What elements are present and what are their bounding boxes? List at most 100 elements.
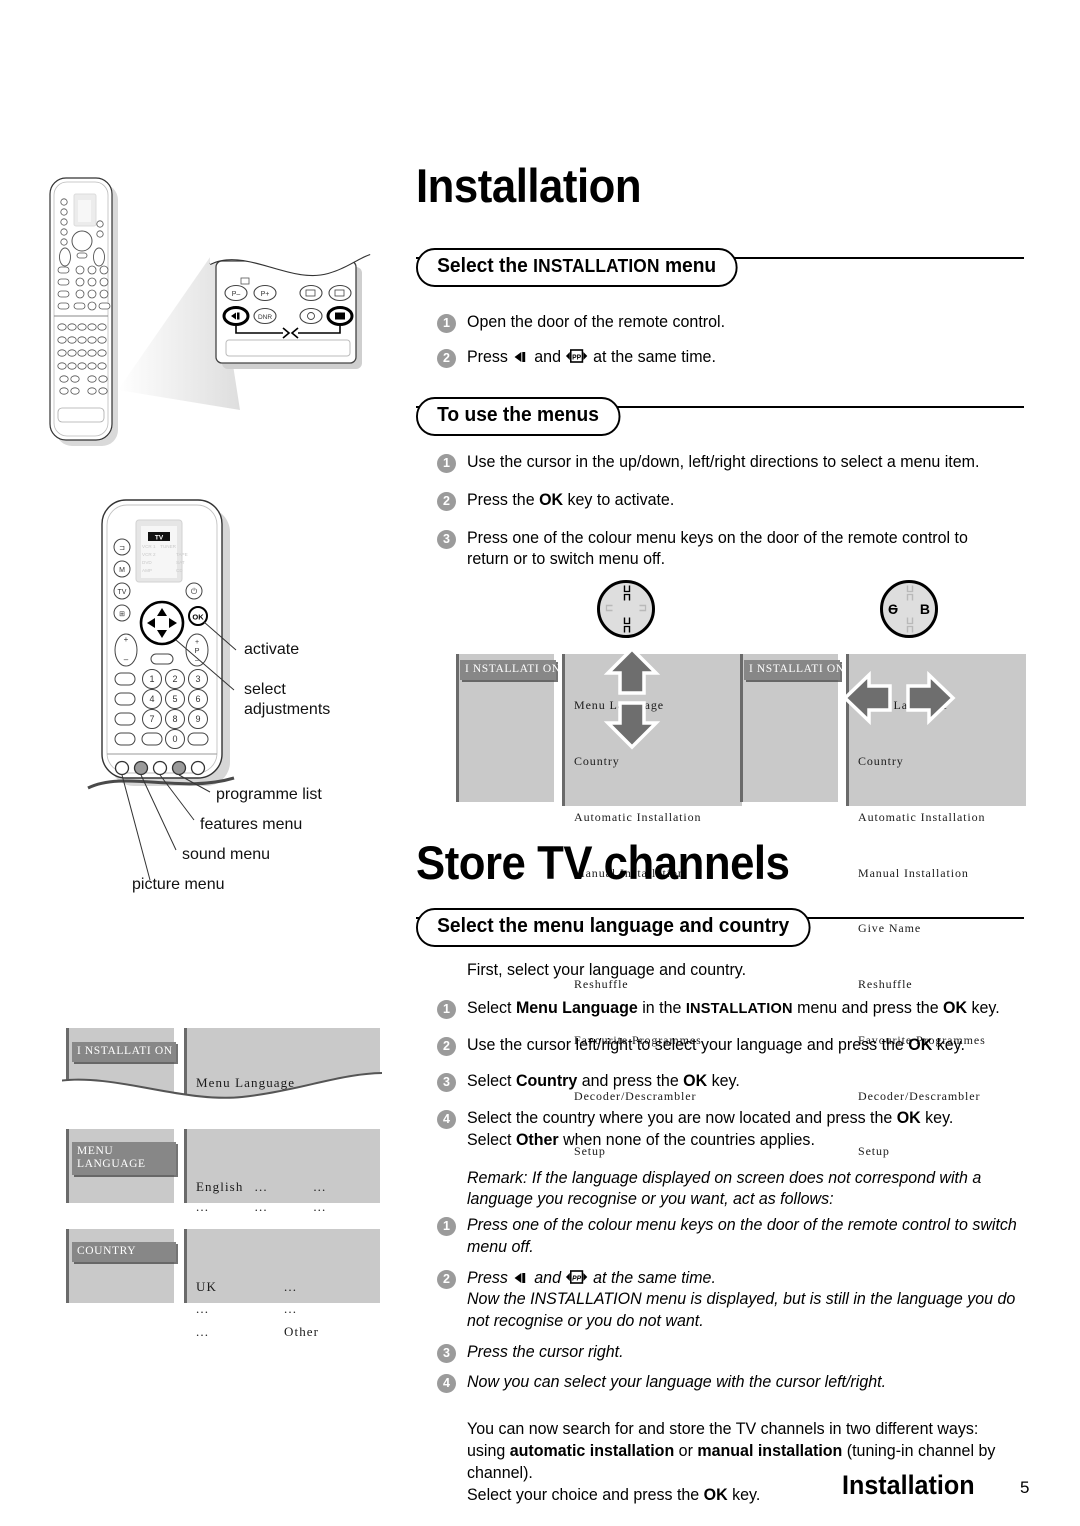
language-cell[interactable]: ...: [313, 1177, 372, 1197]
heading-pill: To use the menus: [416, 397, 621, 436]
t: using: [467, 1442, 510, 1461]
pill-text-caps: INSTALLATION: [533, 256, 660, 276]
svg-text:P+: P+: [261, 291, 270, 298]
svg-text:6: 6: [195, 694, 200, 704]
menu-list-languages: English ... ... ... ... ... ... ... ...: [184, 1129, 380, 1235]
menu-tab-menu-language: MENU LANGUAGE: [72, 1142, 176, 1175]
step-number: 4: [437, 1373, 456, 1393]
cursor-leftright-indicator: ⊐⊏ ⊐⊏ Ə B: [880, 580, 938, 638]
arrow-left-overlay-icon: [842, 670, 892, 726]
step-item: 3 Press one of the colour menu keys on t…: [437, 528, 1037, 572]
heading-pill: Select the menu language and country: [416, 908, 811, 947]
language-cell[interactable]: English: [196, 1177, 255, 1197]
step-text: Press the cursor right.: [467, 1342, 624, 1361]
term-manual-installation: manual installation: [697, 1442, 843, 1461]
arrow-up-overlay-icon: [603, 646, 661, 695]
step-item: 3 Select Country and press the OK key.: [437, 1071, 1037, 1093]
menu-item-country[interactable]: Country: [858, 752, 1018, 771]
menu-tab-installation: I NSTALLATI ON: [460, 660, 560, 680]
t: Select: [467, 1130, 516, 1149]
remote-annotated-illustration: TV VCR 1 VCR 2 DVD AMP TUNER TAPE SAT CD ⊐ M …: [84, 492, 404, 912]
callout-activate: activate: [244, 641, 300, 658]
step-number: 1: [437, 999, 456, 1019]
language-cell[interactable]: ...: [255, 1197, 314, 1217]
t: and: [529, 1268, 566, 1287]
section-heading-select-installation: Select the INSTALLATION menu: [416, 248, 1024, 288]
language-cell[interactable]: ...: [313, 1197, 372, 1217]
svg-text:M: M: [119, 567, 125, 574]
steps-to-use-menus: 1 Use the cursor in the up/down, left/ri…: [437, 452, 1037, 584]
callout-programme-list: programme list: [216, 786, 322, 803]
t: key.: [932, 1035, 965, 1054]
language-cell[interactable]: ...: [255, 1177, 314, 1197]
svg-text:⊐: ⊐: [119, 545, 125, 552]
country-cell[interactable]: ...: [196, 1299, 284, 1319]
country-cell[interactable]: Other: [284, 1322, 372, 1342]
svg-text:TV: TV: [155, 535, 164, 542]
arrow-left-indicator: ⊐: [605, 603, 614, 614]
t: key.: [920, 1109, 954, 1128]
menu-item-automatic-installation[interactable]: Automatic Installation: [858, 808, 1018, 827]
svg-text:SAT: SAT: [176, 560, 185, 565]
menu-item-country[interactable]: Country: [574, 752, 734, 771]
step-number: 4: [437, 1110, 456, 1130]
svg-text:VCR 2: VCR 2: [142, 552, 156, 557]
step-text: Press one of the colour menu keys on the…: [467, 528, 968, 569]
step-text: Use the cursor left/right to select your…: [467, 1035, 965, 1057]
step-item: 1 Select Menu Language in the INSTALLATI…: [437, 998, 1037, 1020]
menu-tab-installation: I NSTALLATI ON: [744, 660, 844, 680]
menu-item-automatic-installation[interactable]: Automatic Installation: [574, 808, 734, 827]
country-cell[interactable]: ...: [284, 1277, 372, 1297]
t: and press the: [577, 1072, 684, 1091]
svg-text:9: 9: [195, 714, 200, 724]
t: Use the cursor left/right to select your…: [467, 1035, 909, 1054]
svg-text:OK: OK: [192, 613, 204, 622]
callout-sound-menu: sound menu: [182, 846, 271, 863]
language-cell[interactable]: ...: [196, 1197, 255, 1217]
t: Press: [467, 1268, 513, 1287]
remote-door-illustration: P– P+ DNR: [40, 160, 410, 460]
arrow-up-indicator: ⊐⊏: [904, 584, 915, 602]
step-item: 1 Use the cursor in the up/down, left/ri…: [437, 452, 1037, 474]
t: menu and press the: [792, 998, 944, 1017]
svg-text:DVD: DVD: [142, 560, 152, 565]
step-number: 3: [437, 529, 456, 549]
menu-item[interactable]: Menu Language: [196, 1073, 372, 1093]
callout-select-adjustments: select adjustments: [244, 680, 330, 721]
step-number: 1: [437, 1217, 456, 1237]
step-number: 3: [437, 1073, 456, 1093]
prev-channel-key-icon: [512, 351, 529, 363]
remark-text: Remark: If the language displayed on scr…: [467, 1168, 982, 1209]
svg-text:2: 2: [172, 674, 177, 684]
t-extra: Now the INSTALLATION menu is displayed, …: [467, 1290, 1016, 1331]
country-cell[interactable]: ...: [196, 1322, 284, 1342]
pp-key-icon: PP: [565, 1269, 588, 1284]
t: Select your choice and press the: [467, 1485, 704, 1504]
menu-screenshot-country: COUNTRY UK ... ... ... ... Other: [62, 1225, 382, 1339]
section-title-store-tv-channels: Store TV channels: [416, 836, 790, 889]
svg-text:AMP: AMP: [142, 568, 152, 573]
arrow-right-overlay-icon: [906, 670, 956, 726]
step-item: 1 Press one of the colour menu keys on t…: [437, 1215, 1037, 1259]
svg-text:5: 5: [172, 694, 177, 704]
arrow-right-indicator: ⊐: [638, 603, 647, 614]
menu-item-manual-installation[interactable]: Manual Installation: [858, 864, 1018, 883]
callout-select-line2: adjustments: [244, 701, 331, 719]
key-ok: OK: [943, 998, 968, 1017]
svg-text:PP: PP: [573, 1275, 582, 1282]
step-item: 2 Use the cursor left/right to select yo…: [437, 1035, 1037, 1057]
t: Select: [467, 998, 516, 1017]
t: in the: [637, 998, 686, 1017]
callout-features-menu: features menu: [200, 816, 303, 833]
menu-screenshot-menu-language: MENU LANGUAGE English ... ... ... ... ..…: [62, 1125, 382, 1235]
country-cell[interactable]: UK: [196, 1277, 284, 1297]
cursor-updown-indicator: ⊐⊏ ⊐⊏ ⊐ ⊐: [597, 580, 655, 638]
svg-text:P: P: [194, 646, 199, 655]
svg-text:4: 4: [149, 694, 154, 704]
prev-channel-key-icon: [512, 1272, 529, 1284]
step-text: Use the cursor in the up/down, left/righ…: [467, 453, 980, 471]
step-text: Press and PP at the same time. Now the IN…: [467, 1268, 1020, 1333]
country-cell[interactable]: ...: [284, 1299, 372, 1319]
step-item: 4 Now you can select your language with …: [437, 1372, 1037, 1394]
step-text: Select Menu Language in the INSTALLATION…: [467, 998, 1000, 1020]
